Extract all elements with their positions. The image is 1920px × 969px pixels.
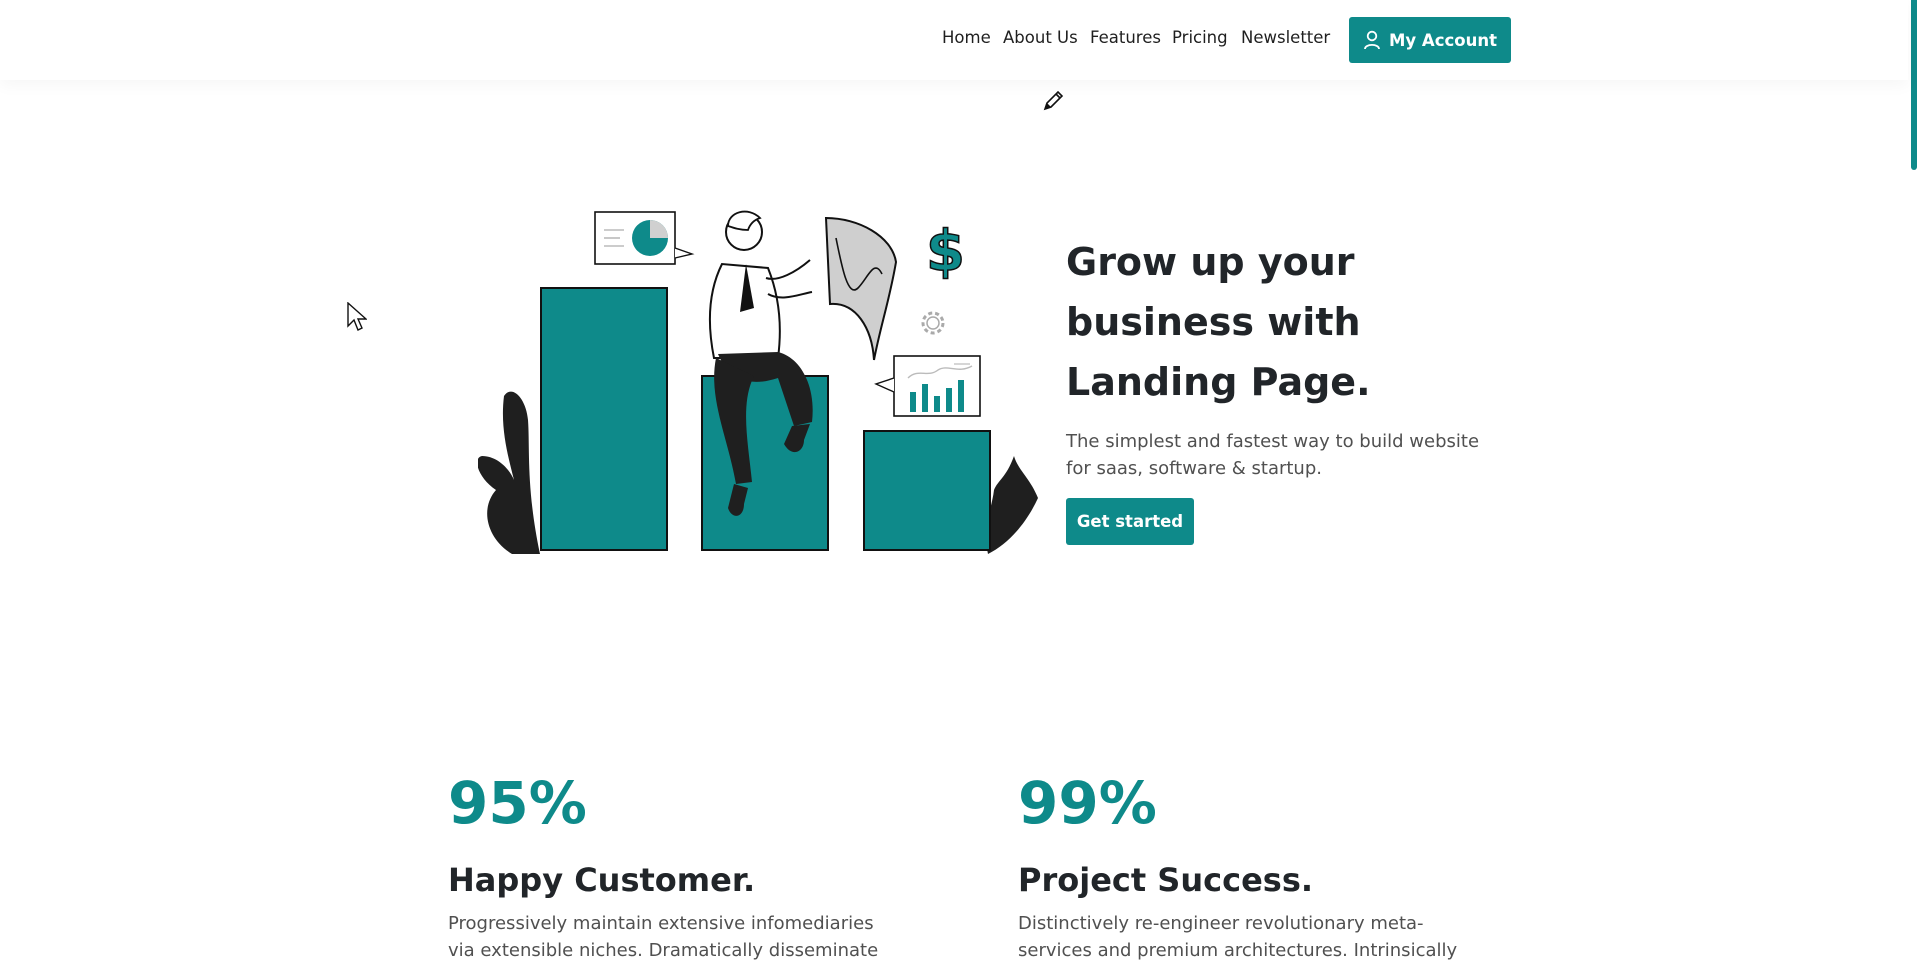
hero-subtitle: The simplest and fastest way to build we… — [1066, 431, 1480, 479]
nav-link-about-us[interactable]: About Us — [1003, 28, 1078, 47]
stat-project-success: 99% Project Success. Distinctively re-en… — [1018, 770, 1488, 964]
nav-link-home[interactable]: Home — [942, 28, 991, 47]
stat-description: Distinctively re-engineer revolutionary … — [1018, 913, 1458, 961]
get-started-button[interactable]: Get started — [1066, 498, 1194, 545]
stat-happy-customer: 95% Happy Customer. Progressively mainta… — [448, 770, 918, 964]
stat-title: Project Success. — [1018, 861, 1314, 899]
nav-link-newsletter[interactable]: Newsletter — [1241, 28, 1330, 47]
gear-icon — [921, 311, 945, 335]
my-account-button[interactable]: My Account — [1349, 17, 1511, 63]
user-icon — [1363, 30, 1381, 50]
dollar-icon: $ — [926, 219, 965, 284]
nav-link-pricing[interactable]: Pricing — [1172, 28, 1228, 47]
navbar: Home About Us Features Pricing Newslette… — [0, 0, 1908, 80]
stat-title: Happy Customer. — [448, 861, 756, 899]
pencil-icon — [1041, 89, 1065, 117]
stat-description: Progressively maintain extensive infomed… — [448, 913, 879, 961]
scrollbar-thumb[interactable] — [1911, 0, 1917, 170]
mouse-pointer-icon — [347, 301, 368, 336]
stat-number: 95% — [448, 769, 587, 837]
stat-number: 99% — [1018, 769, 1157, 837]
hero-title: Grow up your business with Landing Page. — [1066, 240, 1371, 404]
nav-link-features[interactable]: Features — [1090, 28, 1161, 47]
my-account-label: My Account — [1389, 30, 1497, 50]
hero-illustration: $ — [477, 208, 1038, 554]
